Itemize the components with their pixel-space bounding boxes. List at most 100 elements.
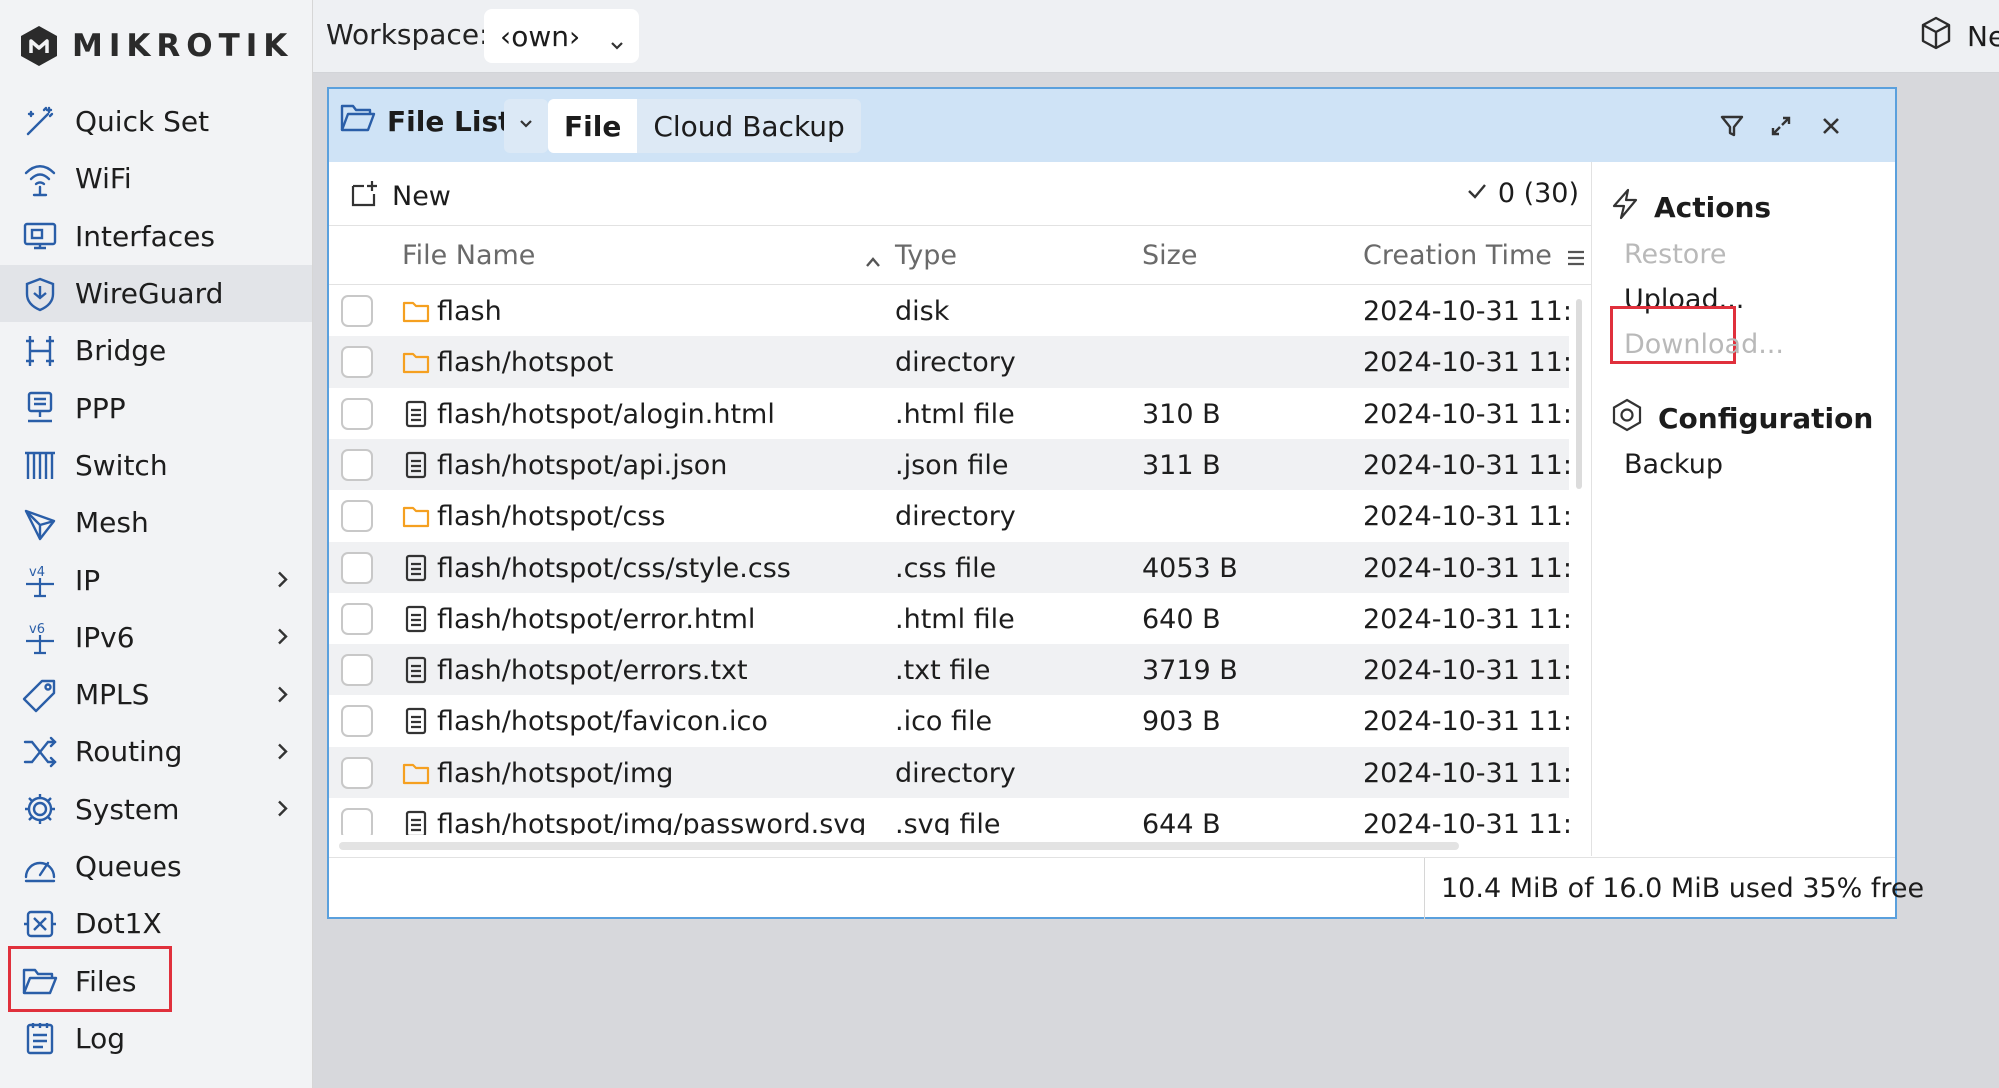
folder-icon [20, 961, 60, 1001]
new-label: New [392, 181, 451, 212]
row-checkbox[interactable] [341, 756, 373, 789]
row-checkbox[interactable] [341, 602, 373, 635]
table-row[interactable]: flash/hotspot/alogin.html .html file 310… [329, 388, 1569, 439]
file-creation-time: 2024-10-31 11:24 [1363, 706, 1569, 738]
chevron-right-icon [276, 621, 290, 654]
column-header-creation-time[interactable]: Creation Time [1363, 240, 1552, 271]
sidebar-item-label: PPP [75, 391, 126, 425]
window-header: File List File Cloud Backup [329, 89, 1895, 162]
sidebar-item-label: Quick Set [75, 105, 210, 139]
sidebar-item-dot1x[interactable]: Dot1X [0, 895, 312, 952]
ipv4-icon: v4 [20, 560, 60, 600]
sort-ascending-icon[interactable] [864, 245, 882, 276]
sidebar-item-label: MPLS [75, 678, 150, 712]
column-header-size[interactable]: Size [1142, 240, 1197, 271]
window-title: File List [339, 101, 512, 142]
sidebar-item-mesh[interactable]: Mesh [0, 494, 312, 551]
workspace-value: ‹own› [500, 19, 581, 53]
sidebar-item-system[interactable]: System [0, 781, 312, 838]
row-checkbox[interactable] [341, 448, 373, 481]
new-window-button[interactable]: Ne [1917, 14, 1999, 59]
magic-wand-icon [20, 102, 60, 142]
file-icon [401, 809, 431, 835]
sidebar-item-ip[interactable]: v4 IP [0, 551, 312, 608]
new-window-icon [1917, 14, 1955, 59]
table-row[interactable]: flash/hotspot directory 2024-10-31 11:24 [329, 336, 1569, 388]
table-row[interactable]: flash/hotspot/favicon.ico .ico file 903 … [329, 695, 1569, 746]
gauge-icon [20, 847, 60, 887]
chevron-down-icon [609, 28, 625, 61]
window-title-text: File List [387, 105, 512, 138]
table-row[interactable]: flash/hotspot/img/password.svg .svg file… [329, 798, 1569, 835]
folder-icon [401, 501, 431, 531]
sidebar-item-log[interactable]: Log [0, 1010, 312, 1067]
file-type: .ico file [895, 706, 993, 738]
sidebar-item-routing[interactable]: Routing [0, 723, 312, 780]
tag-icon [20, 675, 60, 715]
vertical-scrollbar[interactable] [1576, 299, 1582, 489]
configuration-title: Configuration [1658, 402, 1874, 435]
sidebar-item-label: Bridge [75, 334, 167, 368]
row-checkbox[interactable] [341, 654, 373, 687]
tab-cloud-backup[interactable]: Cloud Backup [637, 99, 861, 153]
status-bar: 10.4 MiB of 16.0 MiB used 35% free [329, 857, 1924, 920]
routing-icon [20, 732, 60, 772]
row-checkbox[interactable] [341, 705, 373, 738]
actions-title: Actions [1654, 191, 1772, 224]
download-action[interactable]: Download... [1624, 329, 1784, 360]
horizontal-scrollbar[interactable] [339, 842, 1459, 850]
maximize-icon[interactable] [1766, 111, 1796, 141]
row-checkbox[interactable] [341, 500, 373, 533]
table-row[interactable]: flash/hotspot/css directory 2024-10-31 1… [329, 490, 1569, 541]
sidebar-item-switch[interactable]: Switch [0, 437, 312, 494]
column-header-file-name[interactable]: File Name [402, 240, 535, 271]
file-size: 640 B [1142, 603, 1221, 635]
tab-file[interactable]: File [548, 99, 638, 153]
table-row[interactable]: flash/hotspot/css/style.css .css file 40… [329, 541, 1569, 593]
sidebar-item-bridge[interactable]: Bridge [0, 322, 312, 379]
sidebar-item-wifi[interactable]: WiFi [0, 150, 312, 207]
sidebar-item-wireguard[interactable]: WireGuard [0, 264, 312, 323]
sidebar-item-files[interactable]: Files [0, 952, 312, 1009]
new-file-button[interactable]: New [350, 178, 451, 215]
row-checkbox[interactable] [341, 397, 373, 430]
row-checkbox[interactable] [341, 295, 373, 327]
brand-name: MIKROTIK [72, 28, 294, 64]
file-table-body: flash disk 2024-10-31 11:24 flash/hotspo… [329, 285, 1569, 835]
table-row[interactable]: flash disk 2024-10-31 11:24 [329, 285, 1569, 336]
sidebar-item-queues[interactable]: Queues [0, 838, 312, 895]
file-creation-time: 2024-10-31 11:24 [1363, 552, 1569, 584]
upload-action[interactable]: Upload... [1624, 284, 1744, 315]
file-icon [401, 553, 431, 583]
table-row[interactable]: flash/hotspot/error.html .html file 640 … [329, 593, 1569, 644]
actions-section-title: Actions [1610, 188, 1771, 227]
column-header-type[interactable]: Type [895, 240, 957, 271]
workspace-select[interactable]: ‹own› [484, 9, 639, 63]
restore-action[interactable]: Restore [1624, 239, 1726, 270]
sidebar-item-ppp[interactable]: PPP [0, 379, 312, 436]
folder-icon [401, 347, 431, 377]
close-icon[interactable] [1816, 111, 1846, 141]
row-checkbox[interactable] [341, 551, 373, 584]
sidebar-item-interfaces[interactable]: Interfaces [0, 208, 312, 265]
shield-icon [20, 274, 60, 314]
window-menu-dropdown[interactable] [504, 99, 548, 153]
file-type: .json file [895, 449, 1009, 481]
backup-action[interactable]: Backup [1624, 449, 1723, 480]
row-checkbox[interactable] [341, 346, 373, 379]
file-size: 4053 B [1142, 552, 1238, 584]
column-menu-icon[interactable] [1566, 244, 1586, 275]
file-creation-time: 2024-10-31 11:24 [1363, 398, 1569, 430]
ipv6-icon: v6 [20, 617, 60, 657]
table-row[interactable]: flash/hotspot/img directory 2024-10-31 1… [329, 746, 1569, 798]
row-checkbox[interactable] [341, 808, 373, 835]
table-row[interactable]: flash/hotspot/api.json .json file 311 B … [329, 438, 1569, 491]
file-type: disk [895, 296, 950, 327]
new-item-icon [350, 178, 380, 215]
filter-icon[interactable] [1717, 111, 1747, 141]
table-row[interactable]: flash/hotspot/errors.txt .txt file 3719 … [329, 644, 1569, 696]
svg-text:v4: v4 [29, 565, 45, 580]
sidebar-item-mpls[interactable]: MPLS [0, 666, 312, 723]
sidebar-item-quick-set[interactable]: Quick Set [0, 93, 312, 150]
sidebar-item-ipv6[interactable]: v6 IPv6 [0, 609, 312, 666]
